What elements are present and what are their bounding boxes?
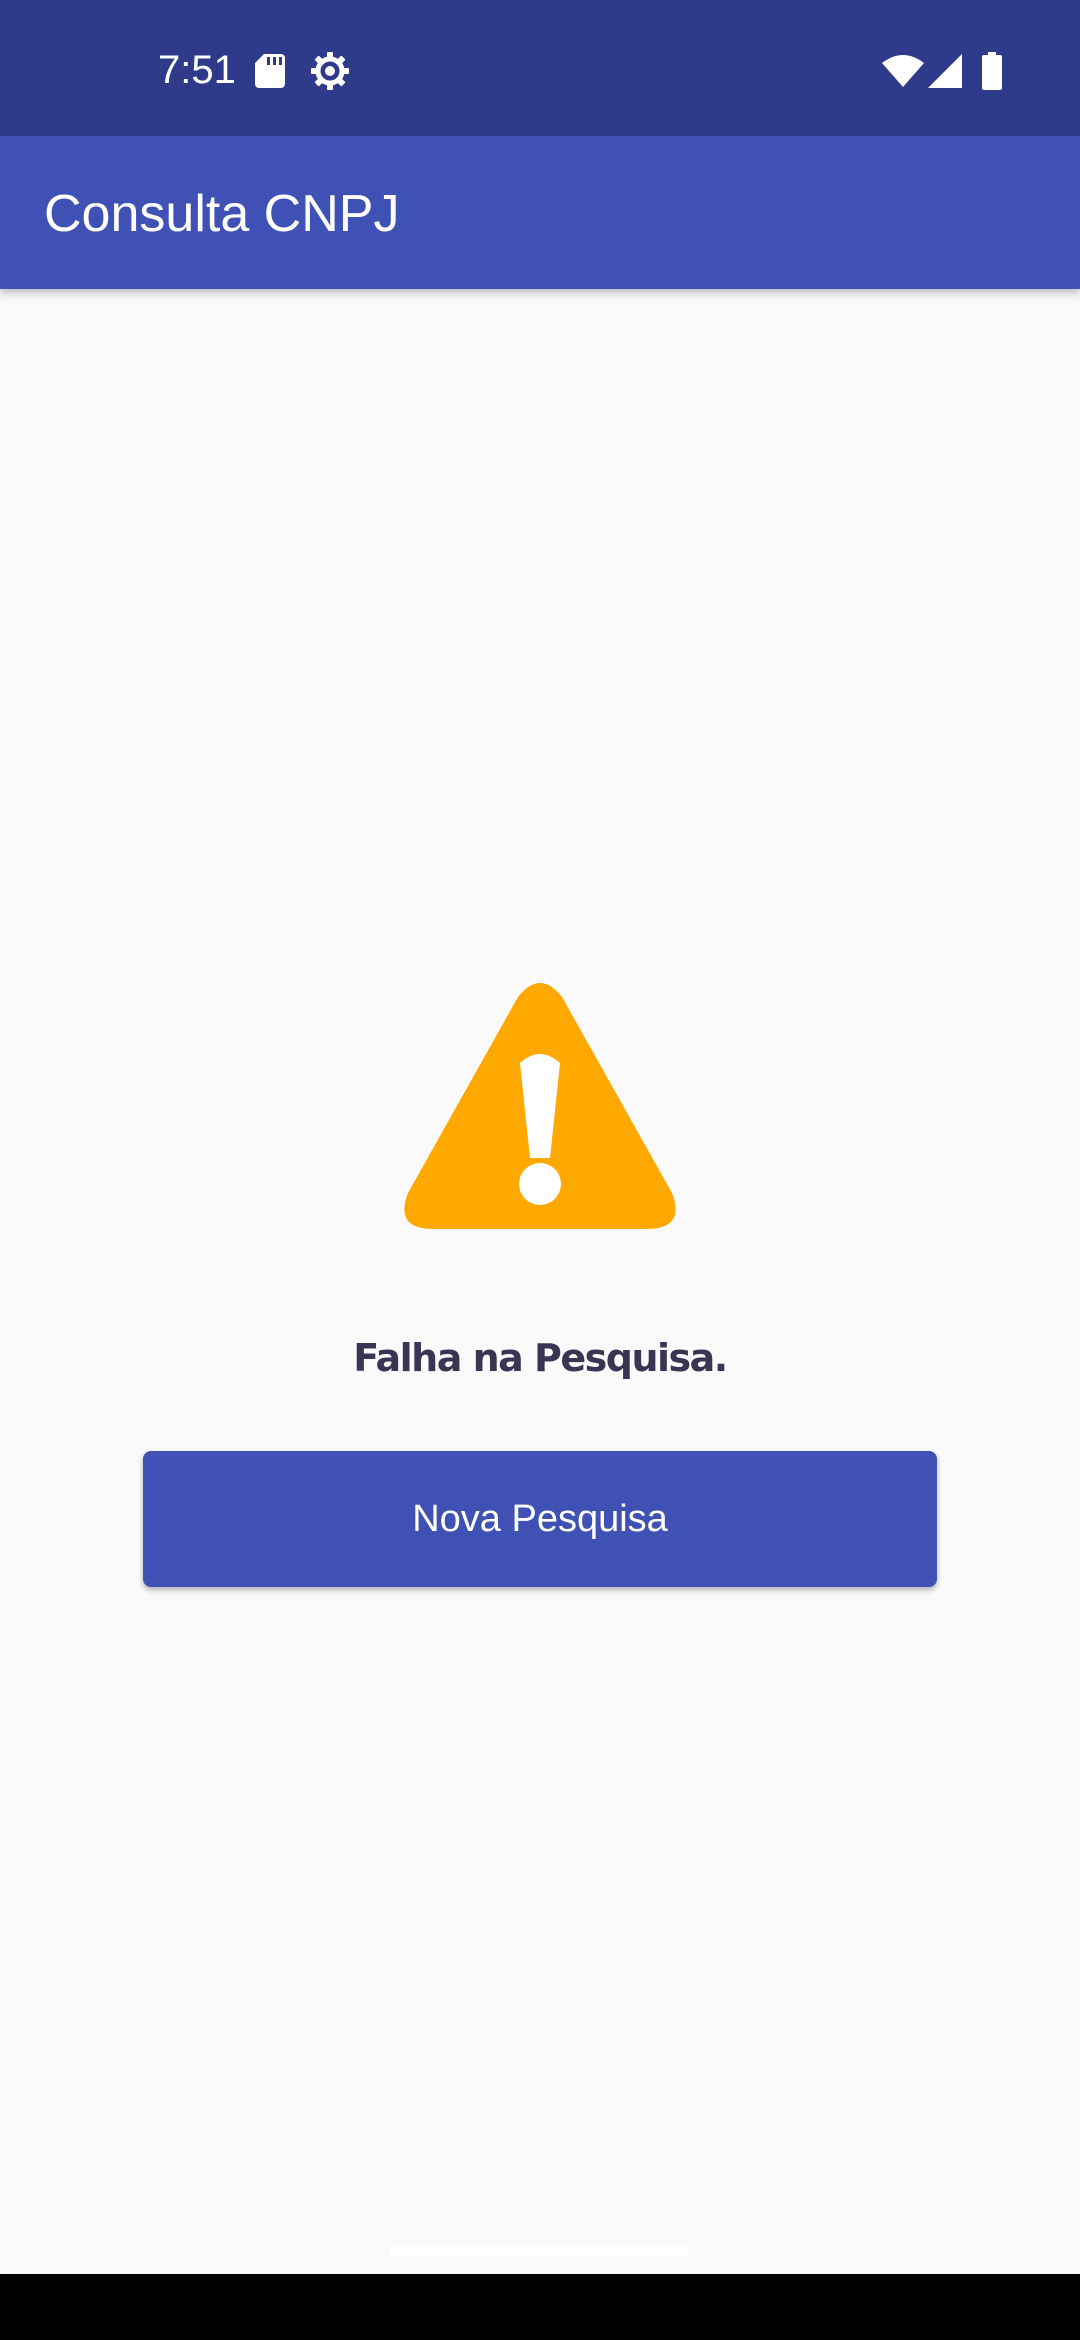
main-content [0,289,1080,2274]
navigation-bar [0,2274,1080,2340]
settings-gear-icon [311,52,349,90]
warning-triangle-icon [404,983,676,1229]
status-time: 7:51 [158,48,236,92]
sd-card-icon [255,54,285,88]
status-bar: 7:51 [0,0,1080,136]
error-message: Falha na Pesquisa. [353,1336,728,1380]
battery-icon [982,52,1002,90]
new-search-button[interactable]: Nova Pesquisa [143,1451,937,1587]
cellular-signal-icon [928,54,962,88]
app-bar: Consulta CNPJ [0,136,1080,289]
app-title: Consulta CNPJ [44,185,400,243]
wifi-icon [882,55,924,87]
home-handle[interactable] [390,2245,688,2257]
